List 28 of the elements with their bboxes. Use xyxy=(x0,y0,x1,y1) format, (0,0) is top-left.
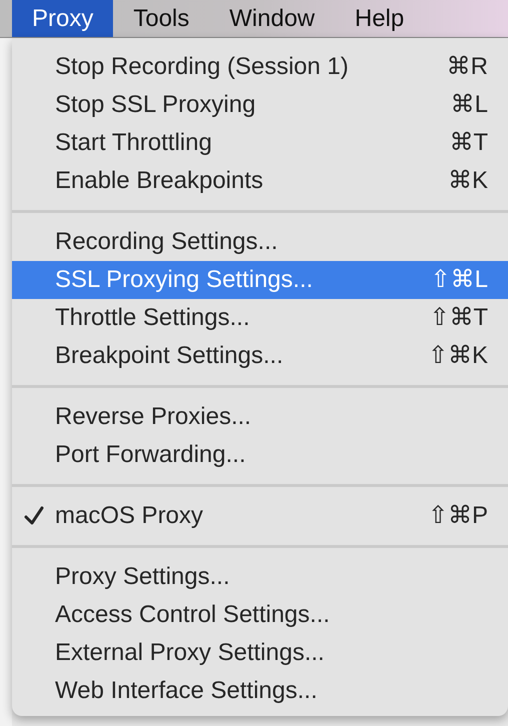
menu-item[interactable]: Breakpoint Settings... ⇧⌘K xyxy=(12,337,508,375)
menu-item[interactable]: External Proxy Settings... xyxy=(12,634,508,672)
shortcut-label: ⌘T xyxy=(449,128,488,158)
checkmark-icon xyxy=(24,506,44,526)
menu-item[interactable]: Throttle Settings... ⇧⌘T xyxy=(12,299,508,337)
menu-item[interactable]: SSL Proxying Settings... ⇧⌘L xyxy=(12,261,508,299)
shortcut-label: ⇧⌘T xyxy=(429,303,488,333)
menu-item[interactable]: Web Interface Settings... xyxy=(12,672,508,710)
shortcut-label: ⇧⌘P xyxy=(428,501,488,531)
menu-bar-item[interactable]: Tools xyxy=(113,0,210,37)
menu-bar-item[interactable]: Window xyxy=(209,0,335,37)
shortcut-label: ⌘L xyxy=(450,90,488,120)
menu-item[interactable]: Recording Settings... xyxy=(12,223,508,261)
menu-item[interactable]: Proxy Settings... xyxy=(12,558,508,596)
menu-item[interactable]: Port Forwarding... xyxy=(12,436,508,474)
shortcut-label: ⌘R xyxy=(446,52,488,82)
menu-bar-item[interactable]: Help xyxy=(334,0,424,37)
menu-item[interactable]: Stop Recording (Session 1) ⌘R xyxy=(12,48,508,86)
menu-item[interactable]: Enable Breakpoints ⌘K xyxy=(12,162,508,200)
shortcut-label: ⇧⌘L xyxy=(430,265,488,295)
menu-item[interactable]: Stop SSL Proxying ⌘L xyxy=(12,86,508,124)
menu-item[interactable]: Access Control Settings... xyxy=(12,596,508,634)
shortcut-label: ⇧⌘K xyxy=(428,341,488,371)
menu-bar-item[interactable]: Proxy xyxy=(12,0,114,37)
menu-item[interactable]: Reverse Proxies... xyxy=(12,398,508,436)
shortcut-label: ⌘K xyxy=(448,166,488,196)
menu-item[interactable]: macOS Proxy ⇧⌘P xyxy=(12,497,508,535)
menu-item[interactable]: Start Throttling ⌘T xyxy=(12,124,508,162)
